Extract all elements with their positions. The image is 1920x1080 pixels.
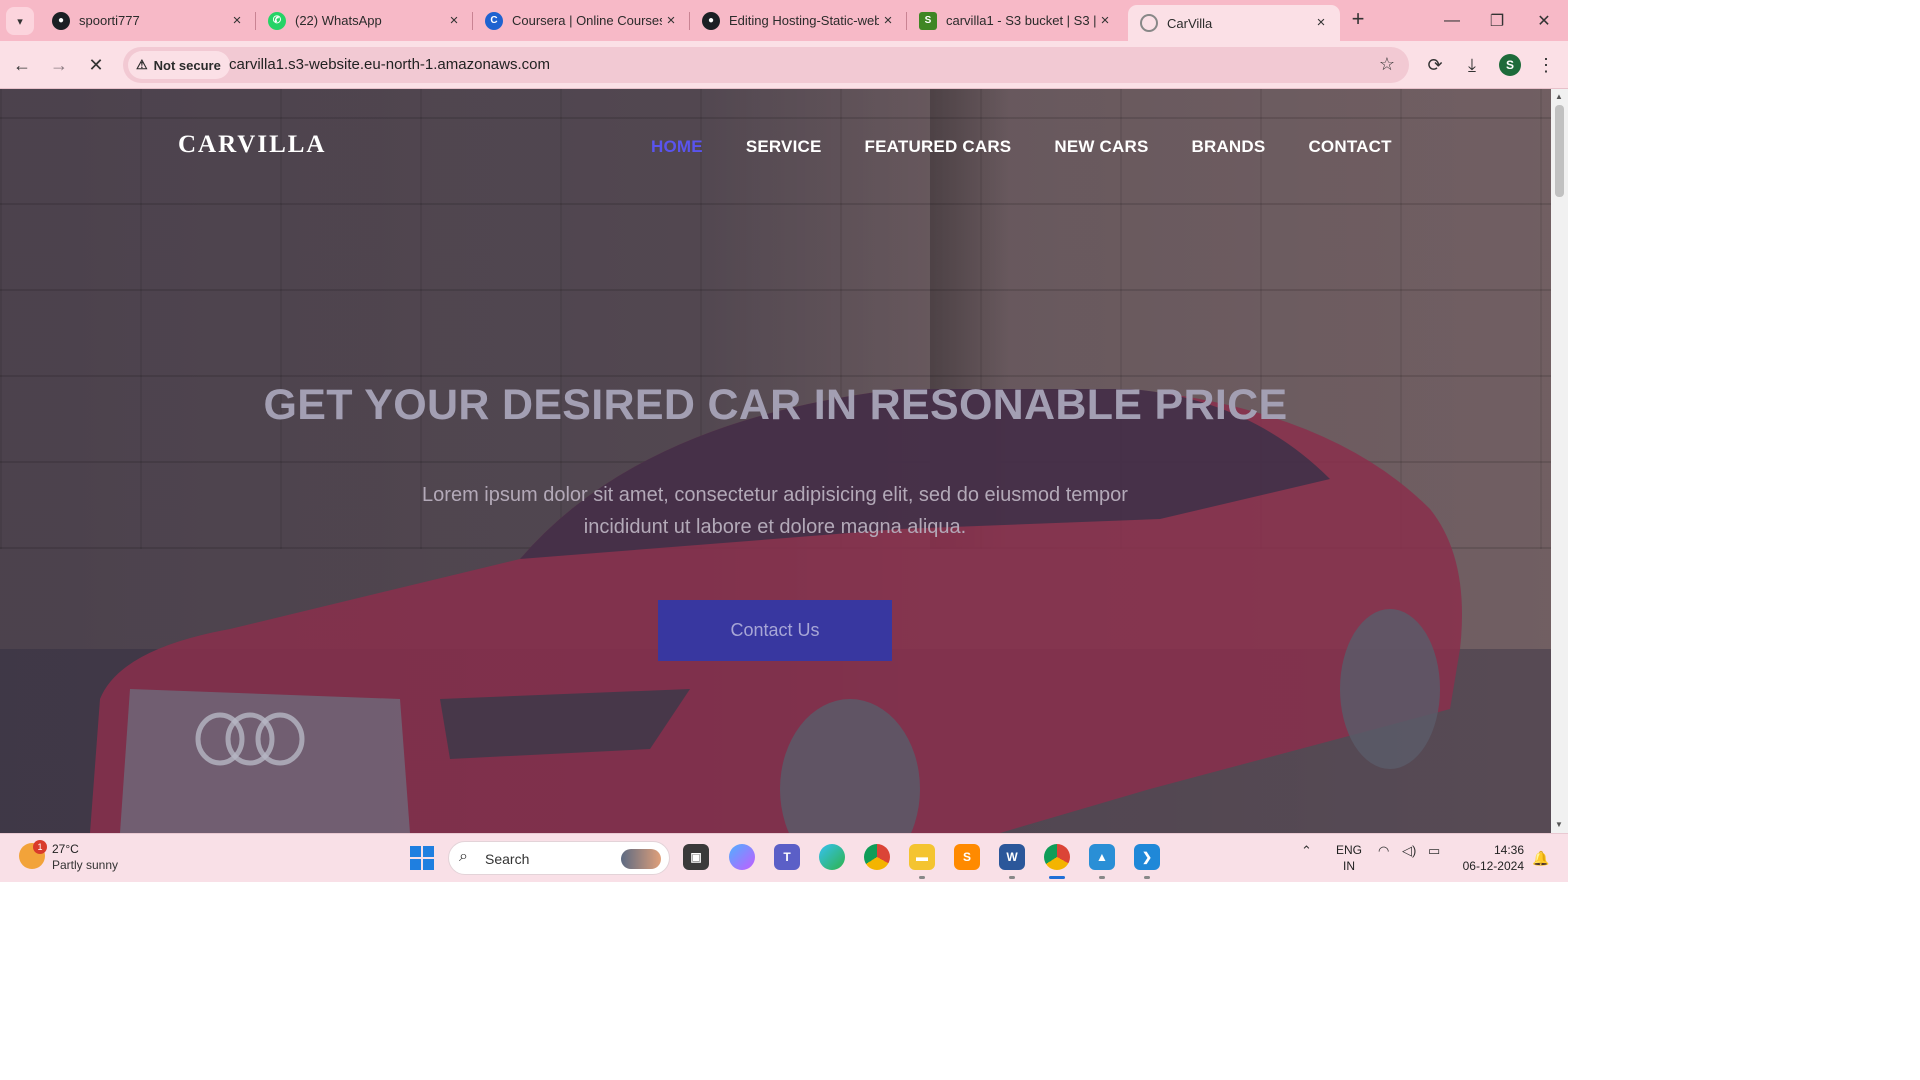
search-highlight-image <box>621 849 661 869</box>
weather-temperature[interactable]: 27°C <box>52 842 79 856</box>
taskbar-search-box[interactable]: ⌕ Search <box>448 841 670 875</box>
language-indicator[interactable]: ENG IN <box>1336 842 1362 874</box>
file-explorer-indicator <box>919 876 925 879</box>
tab-carvilla-active[interactable]: CarVilla × <box>1128 5 1340 41</box>
carvilla-page: CARVILLA HOME SERVICE FEATURED CARS NEW … <box>0 89 1551 833</box>
search-label: Search <box>485 851 530 867</box>
nav-brands[interactable]: BRANDS <box>1192 137 1266 157</box>
contact-us-button[interactable]: Contact Us <box>658 600 892 661</box>
chrome-active-indicator <box>1049 876 1065 879</box>
coursera-icon: C <box>485 11 503 30</box>
notification-bell-icon[interactable]: 🔔 <box>1532 850 1549 867</box>
tab-coursera[interactable]: C Coursera | Online Courses × <box>473 0 690 41</box>
tray-overflow-chevron-icon[interactable]: ⌃ <box>1301 843 1312 859</box>
hero-description: Lorem ipsum dolor sit amet, consectetur … <box>422 484 1128 538</box>
close-tab-icon[interactable]: × <box>1312 14 1330 32</box>
file-explorer-icon[interactable]: ▬ <box>909 844 935 870</box>
teams-icon[interactable]: T <box>774 844 800 870</box>
new-tab-button[interactable]: + <box>1346 8 1370 32</box>
tab-title: spoorti777 <box>79 13 140 28</box>
minimize-button[interactable]: — <box>1429 0 1475 41</box>
close-tab-icon[interactable]: × <box>228 12 246 30</box>
photos-icon[interactable]: ▲ <box>1089 844 1115 870</box>
whatsapp-icon: ✆ <box>268 11 286 30</box>
nav-service[interactable]: SERVICE <box>746 137 822 157</box>
tab-whatsapp[interactable]: ✆ (22) WhatsApp × <box>256 0 473 41</box>
close-tab-icon[interactable]: × <box>662 12 680 30</box>
battery-icon[interactable]: ▭ <box>1428 843 1440 859</box>
nav-contact[interactable]: CONTACT <box>1308 137 1391 157</box>
nav-home[interactable]: HOME <box>651 137 703 157</box>
task-view-icon[interactable]: ▣ <box>683 844 709 870</box>
wifi-icon[interactable]: ◠ <box>1378 843 1389 859</box>
language-code: ENG <box>1336 843 1363 857</box>
system-clock[interactable]: 14:36 06-12-2024 <box>1458 842 1524 874</box>
page-scrollbar[interactable]: ▲ ▼ <box>1551 89 1568 833</box>
weather-description[interactable]: Partly sunny <box>52 858 118 872</box>
copilot-icon[interactable] <box>729 844 755 870</box>
extensions-icon[interactable]: ⟳ <box>1421 51 1449 79</box>
loading-icon <box>1140 14 1158 32</box>
hero-car-image <box>90 389 1462 833</box>
url-text[interactable]: carvilla1.s3-website.eu-north-1.amazonaw… <box>229 56 550 73</box>
tab-search-chevron-icon[interactable]: ▾ <box>6 7 34 35</box>
tab-title: CarVilla <box>1167 15 1213 31</box>
close-tab-icon[interactable]: × <box>1096 12 1114 30</box>
security-label: Not secure <box>153 57 221 73</box>
browser-toolbar: ← → ✕ ⚠ Not secure carvilla1.s3-website.… <box>0 41 1568 89</box>
edge-icon[interactable] <box>819 844 845 870</box>
menu-kebab-icon[interactable]: ⋮ <box>1532 51 1560 79</box>
clock-time: 14:36 <box>1493 843 1524 857</box>
warning-icon: ⚠ <box>136 57 148 72</box>
aws-s3-icon: S <box>919 11 937 30</box>
weather-notification-badge: 1 <box>33 840 47 854</box>
chrome-profile-icon[interactable] <box>1044 844 1070 870</box>
scroll-up-arrow-icon[interactable]: ▲ <box>1555 92 1563 101</box>
tab-title: Editing Hosting-Static-web <box>729 13 879 28</box>
search-icon: ⌕ <box>459 848 468 865</box>
tab-github-editing[interactable]: ● Editing Hosting-Static-web × <box>690 0 907 41</box>
volume-icon[interactable]: ◁) <box>1402 843 1416 859</box>
scrollbar-thumb[interactable] <box>1555 105 1564 197</box>
windows-taskbar: 1 27°C Partly sunny ⌕ Search ▣ T ▬ S W ▲… <box>0 833 1568 882</box>
tab-title: (22) WhatsApp <box>295 13 382 28</box>
word-indicator <box>1009 876 1015 879</box>
close-tab-icon[interactable]: × <box>879 12 897 30</box>
nav-new-cars[interactable]: NEW CARS <box>1054 137 1148 157</box>
download-icon[interactable]: ⤓ <box>1458 51 1486 79</box>
close-tab-icon[interactable]: × <box>445 12 463 30</box>
close-window-button[interactable]: ✕ <box>1521 0 1567 41</box>
tab-github-profile[interactable]: ● spoorti777 × <box>40 0 256 41</box>
address-bar[interactable]: ⚠ Not secure carvilla1.s3-website.eu-nor… <box>123 47 1409 83</box>
back-arrow-icon[interactable]: ← <box>8 51 36 79</box>
word-icon[interactable]: W <box>999 844 1025 870</box>
tab-title: carvilla1 - S3 bucket | S3 | e <box>946 13 1096 28</box>
browser-tab-strip: ▾ ● spoorti777 × ✆ (22) WhatsApp × C Cou… <box>0 0 1568 41</box>
vscode-indicator <box>1144 876 1150 879</box>
restore-button[interactable]: ❐ <box>1474 0 1520 41</box>
tab-s3-bucket[interactable]: S carvilla1 - S3 bucket | S3 | e × <box>907 0 1124 41</box>
stop-loading-icon[interactable]: ✕ <box>82 51 110 79</box>
profile-avatar[interactable]: S <box>1499 54 1521 76</box>
vscode-icon[interactable]: ❯ <box>1134 844 1160 870</box>
security-indicator[interactable]: ⚠ Not secure <box>128 51 230 79</box>
github-icon: ● <box>702 11 720 30</box>
sublime-text-icon[interactable]: S <box>954 844 980 870</box>
nav-featured-cars[interactable]: FEATURED CARS <box>865 137 1012 157</box>
github-icon: ● <box>52 11 70 30</box>
bookmark-star-icon[interactable]: ☆ <box>1379 54 1395 75</box>
windows-start-icon[interactable] <box>410 846 434 870</box>
chrome-icon[interactable] <box>864 844 890 870</box>
scroll-down-arrow-icon[interactable]: ▼ <box>1555 820 1563 829</box>
photos-indicator <box>1099 876 1105 879</box>
clock-date: 06-12-2024 <box>1462 859 1524 873</box>
forward-arrow-icon[interactable]: → <box>45 51 73 79</box>
site-logo[interactable]: CARVILLA <box>178 131 326 159</box>
region-code: IN <box>1343 859 1355 873</box>
main-navigation: HOME SERVICE FEATURED CARS NEW CARS BRAN… <box>651 137 1392 157</box>
tab-title: Coursera | Online Courses <box>512 13 662 28</box>
hero-title: GET YOUR DESIRED CAR IN RESONABLE PRICE <box>263 381 1288 429</box>
